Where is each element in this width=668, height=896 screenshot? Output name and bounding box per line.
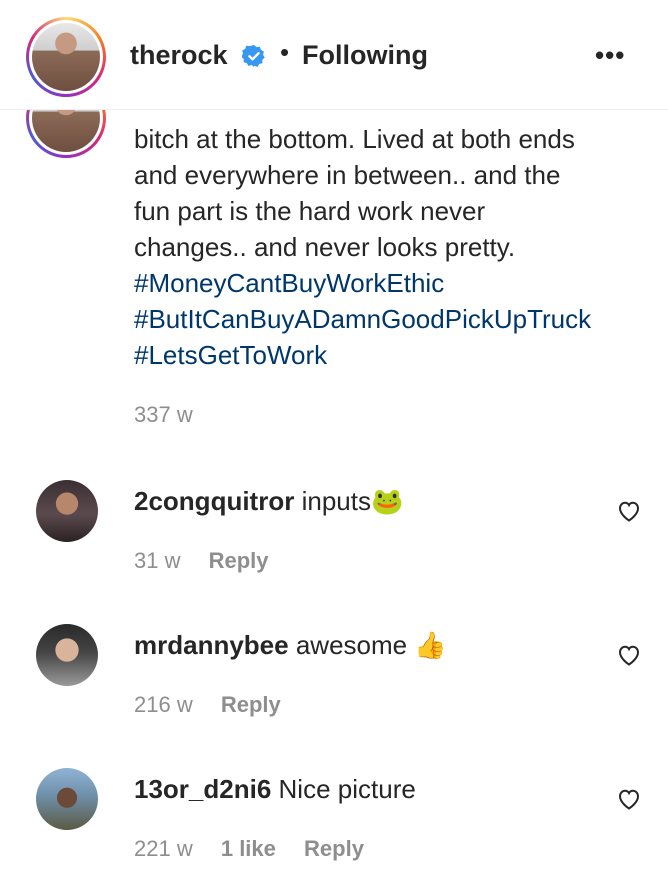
comment-text: 2congquitror inputs🐸 xyxy=(134,486,403,517)
caption-line: changes.. and never looks pretty. xyxy=(134,232,516,262)
comment-text: 13or_d2ni6 Nice picture xyxy=(134,774,416,805)
comment-body: Nice picture xyxy=(278,774,416,804)
caption-line: fun part is the hard work never xyxy=(134,196,486,226)
more-options-icon[interactable]: ••• xyxy=(595,40,625,71)
comment-body: awesome 👍 xyxy=(295,630,447,660)
hashtag-link[interactable]: #ButItCanBuyADamnGoodPickUpTruck xyxy=(134,301,654,337)
hashtag-link[interactable]: #LetsGetToWork xyxy=(134,337,654,373)
reply-button[interactable]: Reply xyxy=(221,692,281,717)
comment-text: mrdannybee awesome 👍 xyxy=(134,630,447,661)
comment-item: 13or_d2ni6 Nice picture 221 w 1 like Rep… xyxy=(0,766,668,896)
comment-username[interactable]: mrdannybee xyxy=(134,630,289,660)
comment-meta: 221 w 1 like Reply xyxy=(134,836,386,862)
avatar-image xyxy=(32,23,100,91)
avatar-border xyxy=(29,20,103,94)
caption-timestamp[interactable]: 337 w xyxy=(134,402,193,428)
verified-badge-icon xyxy=(242,45,265,67)
like-heart-icon[interactable] xyxy=(617,644,641,666)
profile-avatar[interactable] xyxy=(26,17,106,97)
commenter-avatar[interactable] xyxy=(36,480,98,542)
comment-username[interactable]: 2congquitror xyxy=(134,486,294,516)
following-button[interactable]: Following xyxy=(302,40,428,71)
caption-line: bitch at the bottom. Lived at both ends xyxy=(134,124,575,154)
comment-time[interactable]: 216 w xyxy=(134,692,193,717)
header-username[interactable]: therock xyxy=(130,40,228,71)
caption-line: and everywhere in between.. and the xyxy=(134,160,561,190)
post-caption: bitch at the bottom. Lived at both ends … xyxy=(134,121,654,373)
like-heart-icon[interactable] xyxy=(617,500,641,522)
comment-item: mrdannybee awesome 👍 216 w Reply xyxy=(0,622,668,752)
reply-button[interactable]: Reply xyxy=(209,548,269,573)
comment-meta: 216 w Reply xyxy=(134,692,303,718)
post-header: therock • Following ••• xyxy=(0,0,668,110)
commenter-avatar[interactable] xyxy=(36,768,98,830)
reply-button[interactable]: Reply xyxy=(304,836,364,861)
comment-meta: 31 w Reply xyxy=(134,548,291,574)
commenter-avatar[interactable] xyxy=(36,624,98,686)
comment-body: inputs🐸 xyxy=(301,486,404,516)
hashtag-link[interactable]: #MoneyCantBuyWorkEthic xyxy=(134,265,654,301)
like-heart-icon[interactable] xyxy=(617,788,641,810)
comment-likes[interactable]: 1 like xyxy=(221,836,276,861)
comment-item: 2congquitror inputs🐸 31 w Reply xyxy=(0,478,668,608)
header-separator: • xyxy=(280,37,290,67)
comment-time[interactable]: 31 w xyxy=(134,548,180,573)
comment-username[interactable]: 13or_d2ni6 xyxy=(134,774,271,804)
comment-time[interactable]: 221 w xyxy=(134,836,193,861)
